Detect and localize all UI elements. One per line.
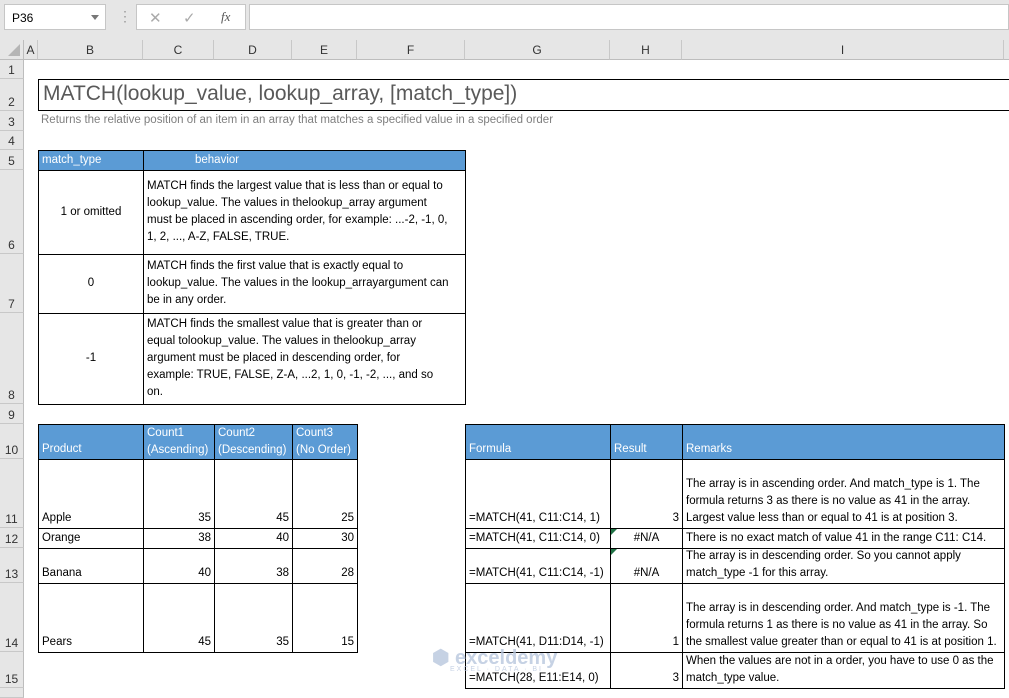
remarks-cell[interactable]: The array is in ascending order. And mat…	[682, 459, 1005, 529]
name-box-value: P36	[12, 11, 34, 25]
match-type-cell[interactable]: -1	[38, 313, 144, 405]
row-header-10[interactable]: 10	[0, 424, 24, 459]
row-header-7[interactable]: 7	[0, 254, 24, 313]
count-cell[interactable]: 30	[292, 528, 358, 549]
behavior-cell[interactable]: MATCH finds the first value that is exac…	[143, 254, 466, 314]
product-header-3[interactable]: Count3 (No Order)	[292, 424, 358, 460]
product-header-2[interactable]: Count2 (Descending)	[214, 424, 293, 460]
column-header-f[interactable]: F	[357, 40, 465, 60]
result-cell[interactable]: #N/A	[610, 528, 683, 549]
product-cell[interactable]: Orange	[38, 528, 144, 549]
page-title[interactable]: MATCH(lookup_value, lookup_array, [match…	[38, 79, 1009, 111]
remarks-cell[interactable]: There is no exact match of value 41 in t…	[682, 528, 1005, 549]
result-cell[interactable]: 3	[610, 459, 683, 529]
more-options-icon: ⋮	[118, 8, 132, 24]
row-header-15[interactable]: 15	[0, 652, 24, 688]
product-header-1[interactable]: Count1 (Ascending)	[143, 424, 215, 460]
row-header-9[interactable]: 9	[0, 404, 24, 424]
column-header-h[interactable]: H	[610, 40, 682, 60]
column-header-g[interactable]: G	[465, 40, 610, 60]
row-header-3[interactable]: 3	[0, 111, 24, 131]
cancel-icon[interactable]: ✕	[149, 9, 162, 27]
count-cell[interactable]: 35	[143, 459, 215, 529]
row-header-13[interactable]: 13	[0, 548, 24, 583]
count-cell[interactable]: 25	[292, 459, 358, 529]
match-type-cell[interactable]: 0	[38, 254, 144, 314]
count-cell[interactable]: 38	[143, 528, 215, 549]
behavior-cell[interactable]: MATCH finds the largest value that is le…	[143, 170, 466, 255]
formula-header-2[interactable]: Remarks	[682, 424, 1005, 460]
column-header-a[interactable]: A	[24, 40, 38, 60]
column-header-i[interactable]: I	[682, 40, 1004, 60]
formula-buttons: ✕ ✓ fx	[136, 4, 246, 30]
count-cell[interactable]: 38	[214, 548, 293, 584]
remarks-cell[interactable]: The array is in descending order. So you…	[682, 548, 1005, 584]
remarks-cell[interactable]: When the values are not in a order, you …	[682, 652, 1005, 689]
header-match-type[interactable]: match_type	[38, 150, 144, 171]
result-cell[interactable]: 1	[610, 583, 683, 653]
chevron-down-icon[interactable]	[91, 15, 99, 20]
formula-cell[interactable]: =MATCH(41, D11:D14, -1)	[465, 583, 611, 653]
formula-cell[interactable]: =MATCH(41, C11:C14, -1)	[465, 548, 611, 584]
count-cell[interactable]: 28	[292, 548, 358, 584]
count-cell[interactable]: 40	[214, 528, 293, 549]
row-header-2[interactable]: 2	[0, 79, 24, 111]
product-cell[interactable]: Banana	[38, 548, 144, 584]
product-header-0[interactable]: Product	[38, 424, 144, 460]
row-header-6[interactable]: 6	[0, 170, 24, 254]
formula-input[interactable]	[249, 4, 1009, 30]
row-header-1[interactable]: 1	[0, 60, 24, 79]
product-cell[interactable]: Pears	[38, 583, 144, 653]
formula-header-1[interactable]: Result	[610, 424, 683, 460]
select-all-button[interactable]	[0, 40, 24, 60]
column-header-c[interactable]: C	[143, 40, 214, 60]
product-cell[interactable]: Apple	[38, 459, 144, 529]
subtitle[interactable]: Returns the relative position of an item…	[41, 114, 553, 126]
exceldemy-watermark: ⬢ exceldemy EXCEL · DATA · BI	[432, 647, 558, 673]
count-cell[interactable]: 40	[143, 548, 215, 584]
count-cell[interactable]: 45	[214, 459, 293, 529]
row-header-12[interactable]: 12	[0, 528, 24, 548]
column-header-e[interactable]: E	[292, 40, 357, 60]
result-cell[interactable]: 3	[610, 652, 683, 689]
enter-icon[interactable]: ✓	[183, 9, 196, 27]
header-behavior[interactable]: behavior	[143, 150, 466, 171]
name-box[interactable]: P36	[4, 4, 106, 30]
remarks-cell[interactable]: The array is in descending order. And ma…	[682, 583, 1005, 653]
row-header-16[interactable]	[0, 688, 24, 698]
formula-cell[interactable]: =MATCH(41, C11:C14, 1)	[465, 459, 611, 529]
row-header-11[interactable]: 11	[0, 459, 24, 528]
formula-header-0[interactable]: Formula	[465, 424, 611, 460]
insert-function-icon[interactable]: fx	[221, 9, 230, 25]
row-header-4[interactable]: 4	[0, 131, 24, 150]
column-header-j[interactable]	[1004, 40, 1009, 60]
column-header-d[interactable]: D	[214, 40, 292, 60]
count-cell[interactable]: 15	[292, 583, 358, 653]
result-cell[interactable]: #N/A	[610, 548, 683, 584]
count-cell[interactable]: 45	[143, 583, 215, 653]
column-header-b[interactable]: B	[38, 40, 143, 60]
count-cell[interactable]: 35	[214, 583, 293, 653]
error-indicator-icon[interactable]	[611, 529, 617, 535]
row-header-8[interactable]: 8	[0, 313, 24, 404]
match-type-cell[interactable]: 1 or omitted	[38, 170, 144, 255]
formula-cell[interactable]: =MATCH(41, C11:C14, 0)	[465, 528, 611, 549]
row-header-5[interactable]: 5	[0, 150, 24, 170]
row-header-14[interactable]: 14	[0, 583, 24, 652]
behavior-cell[interactable]: MATCH finds the smallest value that is g…	[143, 313, 466, 405]
error-indicator-icon[interactable]	[611, 549, 617, 555]
